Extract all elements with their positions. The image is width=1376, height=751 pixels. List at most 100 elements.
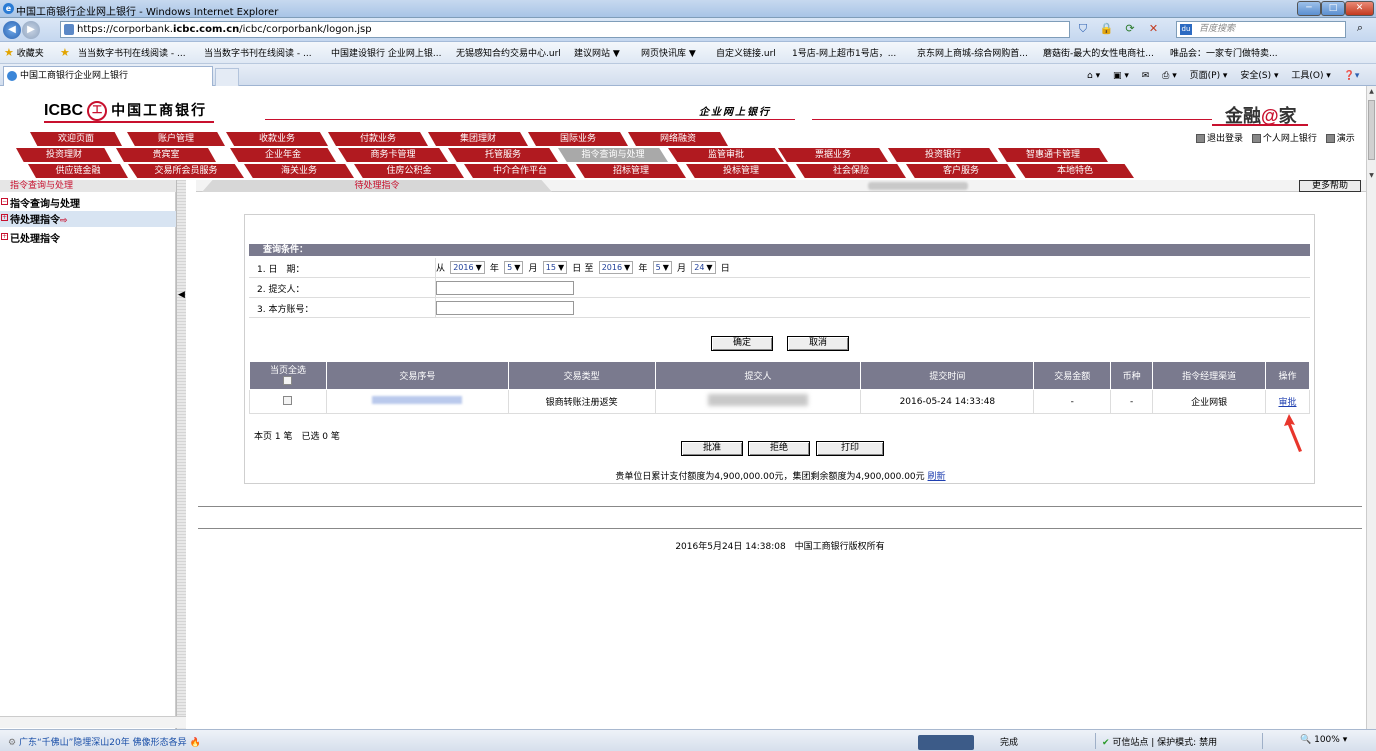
menu-item[interactable]: 网络融资 xyxy=(628,132,728,146)
start-year-select[interactable]: 2016 ▼ xyxy=(450,261,485,274)
collapse-icon[interactable]: − xyxy=(1,198,8,205)
favorite-link[interactable]: 1号店-网上超市1号店，... xyxy=(792,46,896,59)
tree-node-done[interactable]: + 已处理指令 xyxy=(0,230,60,245)
row-checkbox[interactable] xyxy=(283,395,293,405)
favorite-link[interactable]: 唯品会：一家专门做特卖... xyxy=(1170,46,1278,59)
scroll-thumb[interactable] xyxy=(1368,100,1375,160)
zoom-control[interactable]: 🔍 100% ▾ xyxy=(1300,735,1347,745)
favorite-link[interactable]: 无锡感知合约交易中心.url xyxy=(456,46,561,59)
favorite-link[interactable]: 建议网站 ▼ xyxy=(574,46,620,59)
menu-item[interactable]: 投资理财 xyxy=(16,148,112,162)
refresh-icon[interactable]: ⟳ xyxy=(1122,22,1138,35)
menu-item[interactable]: 招标管理 xyxy=(576,164,686,178)
maximize-button[interactable]: □ xyxy=(1321,1,1345,16)
tree-node-root[interactable]: − 指令查询与处理 xyxy=(0,195,80,210)
add-favorite-icon[interactable]: ★ xyxy=(60,46,70,59)
menu-item[interactable]: 投资银行 xyxy=(888,148,998,162)
safety-menu[interactable]: 安全(S) ▾ xyxy=(1240,71,1278,81)
menu-item[interactable]: 供应链金融 xyxy=(28,164,128,178)
menu-item[interactable]: 监管审批 xyxy=(668,148,784,162)
favorites-button[interactable]: ★ 收藏夹 xyxy=(4,46,44,59)
page-menu[interactable]: 页面(P) ▾ xyxy=(1190,71,1228,81)
menu-item[interactable]: 欢迎页面 xyxy=(30,132,122,146)
menu-item[interactable]: 收款业务 xyxy=(226,132,328,146)
favorite-link[interactable]: 蘑菇街-最大的女性电商社... xyxy=(1043,46,1154,59)
new-tab-button[interactable] xyxy=(215,68,239,86)
menu-item[interactable]: 商务卡管理 xyxy=(338,148,448,162)
menu-item[interactable]: 托管服务 xyxy=(448,148,558,162)
tree-node-pending[interactable]: + 待处理指令⇨ xyxy=(0,211,176,227)
menu-item[interactable]: 客户服务 xyxy=(906,164,1016,178)
account-input[interactable] xyxy=(436,301,574,315)
favorite-link[interactable]: 京东网上商城-综合网购首... xyxy=(917,46,1028,59)
end-month-select[interactable]: 5 ▼ xyxy=(652,261,672,274)
mail-icon[interactable]: ✉ xyxy=(1142,71,1150,81)
tools-menu[interactable]: 工具(O) ▾ xyxy=(1291,71,1331,81)
menu-item-active[interactable]: 指令查询与处理 xyxy=(558,148,668,162)
approve-link[interactable]: 审批 xyxy=(1278,398,1296,408)
menu-item[interactable]: 企业年金 xyxy=(230,148,336,162)
refresh-link[interactable]: 刷新 xyxy=(928,472,946,482)
menu-item[interactable]: 交易所会员服务 xyxy=(128,164,244,178)
page-scrollbar[interactable]: ▲ ▼ xyxy=(1366,86,1376,729)
minimize-button[interactable]: ─ xyxy=(1297,1,1321,16)
end-year-select[interactable]: 2016 ▼ xyxy=(598,261,634,274)
status-news[interactable]: ⚙ 广东“千佛山”隐埋深山20年 佛像形态各异 🔥 xyxy=(8,735,201,748)
expand-icon[interactable]: + xyxy=(1,214,8,221)
menu-item[interactable]: 集团理财 xyxy=(428,132,528,146)
menu-item[interactable]: 中介合作平台 xyxy=(464,164,576,178)
scroll-up-icon[interactable]: ▲ xyxy=(1367,88,1376,98)
print-button[interactable]: 打印 xyxy=(816,441,884,456)
confirm-button[interactable]: 确定 xyxy=(711,336,773,351)
cancel-button[interactable]: 取消 xyxy=(787,336,849,351)
reject-button[interactable]: 拒绝 xyxy=(748,441,810,456)
collapse-left-icon[interactable]: ◀ xyxy=(178,290,185,300)
help-icon[interactable]: ❓▾ xyxy=(1344,71,1360,81)
forward-button[interactable]: ▶ xyxy=(22,21,40,39)
menu-item[interactable]: 账户管理 xyxy=(127,132,225,146)
search-icon[interactable]: ⌕ xyxy=(1350,21,1370,38)
favorite-link[interactable]: 当当数字书刊在线阅读 - ... xyxy=(204,46,312,59)
expand-icon[interactable]: + xyxy=(1,233,8,240)
personal-bank-link[interactable]: 个人网上银行 xyxy=(1263,134,1317,144)
shield-icon[interactable]: ⛉ xyxy=(1075,22,1091,36)
tree-splitter[interactable] xyxy=(176,180,186,729)
menu-item[interactable]: 付款业务 xyxy=(328,132,428,146)
lock-icon[interactable]: 🔒 xyxy=(1099,22,1115,35)
print-icon[interactable]: ⎙ ▾ xyxy=(1162,71,1177,81)
scroll-down-icon[interactable]: ▼ xyxy=(1367,172,1376,182)
menu-item[interactable]: 海关业务 xyxy=(244,164,354,178)
menu-item[interactable]: 社会保险 xyxy=(796,164,906,178)
url-field[interactable]: https://corporbank.icbc.com.cn/icbc/corp… xyxy=(60,21,1070,38)
demo-link[interactable]: 演示 xyxy=(1337,134,1355,144)
menu-item[interactable]: 智惠通卡管理 xyxy=(998,148,1108,162)
menu-item[interactable]: 本地特色 xyxy=(1016,164,1134,178)
feeds-icon[interactable]: ▣ ▾ xyxy=(1113,71,1129,81)
menu-item[interactable]: 住房公积金 xyxy=(354,164,464,178)
tab-pending-instructions[interactable]: 待处理指令 xyxy=(202,180,552,192)
menu-item[interactable]: 票据业务 xyxy=(778,148,888,162)
more-help-button[interactable]: 更多帮助 xyxy=(1299,180,1361,192)
menu-item[interactable]: 国际业务 xyxy=(528,132,628,146)
favorite-link[interactable]: 中国建设银行 企业网上银... xyxy=(331,46,441,59)
favorite-link[interactable]: 自定义链接.url xyxy=(716,46,776,59)
home-icon[interactable]: ⌂ ▾ xyxy=(1087,71,1100,81)
tree-hscrollbar[interactable] xyxy=(0,716,186,728)
close-window-button[interactable]: ✕ xyxy=(1345,1,1374,16)
protected-mode-status[interactable]: ✔ 可信站点 | 保护模式: 禁用 xyxy=(1102,735,1217,748)
stop-icon[interactable]: ✕ xyxy=(1146,22,1162,35)
start-month-select[interactable]: 5 ▼ xyxy=(504,261,524,274)
approve-button[interactable]: 批准 xyxy=(681,441,743,456)
search-input[interactable]: du 百度搜索 xyxy=(1176,21,1346,38)
menu-item[interactable]: 投标管理 xyxy=(686,164,796,178)
start-day-select[interactable]: 15 ▼ xyxy=(542,261,568,274)
submitter-input[interactable] xyxy=(436,281,574,295)
browser-tab[interactable]: 中国工商银行企业网上银行 xyxy=(3,66,213,86)
logout-link[interactable]: 退出登录 xyxy=(1207,134,1243,144)
favorite-link[interactable]: 当当数字书刊在线阅读 - ... xyxy=(78,46,186,59)
favorite-link[interactable]: 网页快讯库 ▼ xyxy=(641,46,696,59)
select-all-checkbox[interactable] xyxy=(283,376,293,385)
end-day-select[interactable]: 24 ▼ xyxy=(691,261,716,274)
back-button[interactable]: ◀ xyxy=(3,21,21,39)
menu-item[interactable]: 贵宾室 xyxy=(116,148,216,162)
